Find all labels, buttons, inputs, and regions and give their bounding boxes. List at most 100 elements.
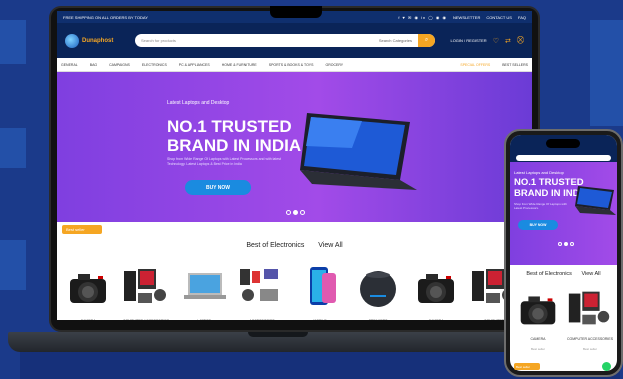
camera-icon — [410, 263, 462, 314]
section-title: Best of Electronics — [246, 242, 305, 249]
carousel-dot[interactable] — [286, 210, 291, 215]
phone-hero: Latest Laptops and Desktop NO.1 TRUSTED … — [510, 162, 617, 265]
phone-carousel-dots — [558, 242, 574, 246]
laptop-base — [8, 332, 564, 352]
search-button[interactable]: ⌕ — [418, 34, 435, 47]
search-icon: ⌕ — [424, 37, 429, 43]
nav-item[interactable]: GROCERY — [325, 63, 343, 67]
product-label: COMPUTER ACCESSORIES — [120, 319, 172, 320]
social-icons[interactable]: f ♥ ✉ ◉ in ◯ ◉ ◉ — [398, 15, 447, 20]
phone-product-label: COMPUTER ACCESSORIES — [566, 337, 614, 341]
account-link[interactable]: LOGIN / REGISTER — [450, 38, 486, 43]
phone-product-sub: Best seller — [582, 347, 597, 351]
hero-description: Shop from Wide Range Of Laptops with Lat… — [167, 157, 282, 166]
nav-item[interactable]: CAMPAIGNS — [109, 63, 130, 67]
background-tile — [0, 128, 26, 168]
product-card[interactable]: COMPUTER ACCESSORIES — [120, 263, 172, 320]
section-header: Best of Electronics View All — [57, 242, 532, 249]
carousel-dot[interactable] — [558, 242, 562, 246]
hero-kicker: Latest Laptops and Desktop — [167, 100, 230, 106]
carousel-dot[interactable] — [300, 210, 305, 215]
logo-text: Dunaphost — [82, 37, 114, 44]
phone-search-input[interactable] — [516, 155, 611, 161]
background-tile — [0, 20, 26, 64]
phone-product-card[interactable]: COMPUTER ACCESSORIES Best seller — [565, 285, 615, 351]
camera-icon — [62, 263, 114, 314]
phone-dynamic-island — [546, 139, 580, 148]
camera-icon — [513, 285, 563, 336]
product-label: SPEAKERS — [352, 319, 404, 320]
phone-screen: Latest Laptops and Desktop NO.1 TRUSTED … — [510, 135, 617, 371]
nav-item[interactable]: SPORTS & BOOKS & TOYS — [269, 63, 314, 67]
product-label: ACCESSORIES — [236, 319, 288, 320]
phone-product-list: CAMERA Best seller COMPUTER ACCESSORIES Bes… — [513, 285, 615, 351]
whatsapp-icon[interactable] — [602, 362, 611, 371]
product-label: CAMERA — [62, 319, 114, 320]
carousel-dot[interactable] — [293, 210, 298, 215]
phone-section-title: Best of Electronics — [526, 271, 572, 277]
phone-section-header: Best of Electronics View All — [510, 271, 617, 277]
phone-product-card[interactable]: CAMERA Best seller — [513, 285, 563, 351]
products-section: Best seller Best of Electronics View All… — [57, 222, 532, 320]
view-all-link[interactable]: View All — [318, 242, 342, 249]
product-label: LAPTOP — [178, 319, 230, 320]
nav-item[interactable]: HOME & FURNITURE — [222, 63, 257, 67]
carousel-dots — [286, 210, 305, 215]
search-input[interactable]: Search for products — [135, 38, 379, 43]
product-card[interactable]: ACCESSORIES — [236, 263, 288, 320]
laptop-notch — [270, 6, 322, 18]
nav-item[interactable]: BAG — [90, 63, 97, 67]
site-header: Dunaphost Search for products Search Cat… — [57, 23, 532, 58]
nav-item[interactable]: ELECTRONICS — [142, 63, 167, 67]
laptop-icon — [178, 263, 230, 314]
phone-product-sub: Best seller — [530, 347, 545, 351]
phone-view-all-link[interactable]: View All — [581, 271, 600, 277]
nav-item[interactable]: GENERAL — [61, 63, 78, 67]
laptop-screen: FREE SHIPPING ON ALL ORDERS BY TODAY f ♥… — [57, 11, 532, 320]
background-tile — [590, 20, 623, 60]
phone-buy-now-button[interactable]: BUY NOW — [518, 220, 558, 230]
buy-now-button[interactable]: BUY NOW — [185, 180, 251, 195]
header-actions: LOGIN / REGISTER ♡ ⇄ ⛒ — [450, 37, 524, 45]
gadgets-icon — [236, 263, 288, 314]
carousel-dot[interactable] — [564, 242, 568, 246]
background-tile — [0, 240, 26, 290]
phone-icon — [294, 263, 346, 314]
hero-banner: Latest Laptops and Desktop NO.1 TRUSTED … — [57, 72, 532, 222]
accessories-icon — [120, 263, 172, 314]
newsletter-link[interactable]: NEWSLETTER — [453, 15, 480, 20]
product-list: CAMERA COMPUTER ACCESSORIES LAPTOP ACCESSOR… — [62, 263, 520, 320]
phone-hero-description: Shop from Wide Range Of Laptops with Lat… — [514, 202, 567, 210]
faq-link[interactable]: FAQ — [518, 15, 526, 20]
speaker-icon — [352, 263, 404, 314]
cart-icon[interactable]: ⛒ — [517, 37, 524, 45]
logo-icon — [65, 33, 79, 48]
laptop-icon — [300, 113, 417, 190]
laptop-lip — [248, 332, 308, 337]
best-seller-badge[interactable]: Best seller — [62, 225, 102, 234]
phone-laptop-icon — [575, 186, 616, 215]
carousel-dot[interactable] — [570, 242, 574, 246]
nav-best-sellers[interactable]: BEST SELLERS — [502, 63, 528, 67]
nav-item[interactable]: PC & APPLIANCES — [179, 63, 210, 67]
nav-special-offers[interactable]: SPECIAL OFFERS — [460, 63, 490, 67]
product-card[interactable]: CAMERA — [62, 263, 114, 320]
announcement-text: FREE SHIPPING ON ALL ORDERS BY TODAY — [63, 14, 148, 20]
contact-link[interactable]: CONTACT US — [486, 15, 512, 20]
phone-best-seller-badge[interactable]: Best seller — [514, 363, 540, 370]
product-label: MOBILE — [294, 319, 346, 320]
product-label: CAMERA — [410, 319, 462, 320]
accessories-icon — [565, 285, 615, 336]
product-card[interactable]: CAMERA — [410, 263, 462, 320]
background-tile — [590, 60, 623, 126]
product-card[interactable]: LAPTOP — [178, 263, 230, 320]
compare-icon[interactable]: ⇄ — [505, 37, 511, 45]
heart-icon[interactable]: ♡ — [493, 37, 499, 45]
category-select[interactable]: Search Categories — [379, 38, 418, 43]
search-bar: Search for products Search Categories ⌕ — [135, 34, 435, 47]
product-card[interactable]: MOBILE — [294, 263, 346, 320]
main-nav: GENERAL BAG CAMPAIGNS ELECTRONICS PC & APPLI… — [57, 58, 532, 72]
phone-hero-kicker: Latest Laptops and Desktop — [514, 170, 564, 175]
logo[interactable]: Dunaphost — [65, 33, 125, 48]
product-card[interactable]: SPEAKERS — [352, 263, 404, 320]
